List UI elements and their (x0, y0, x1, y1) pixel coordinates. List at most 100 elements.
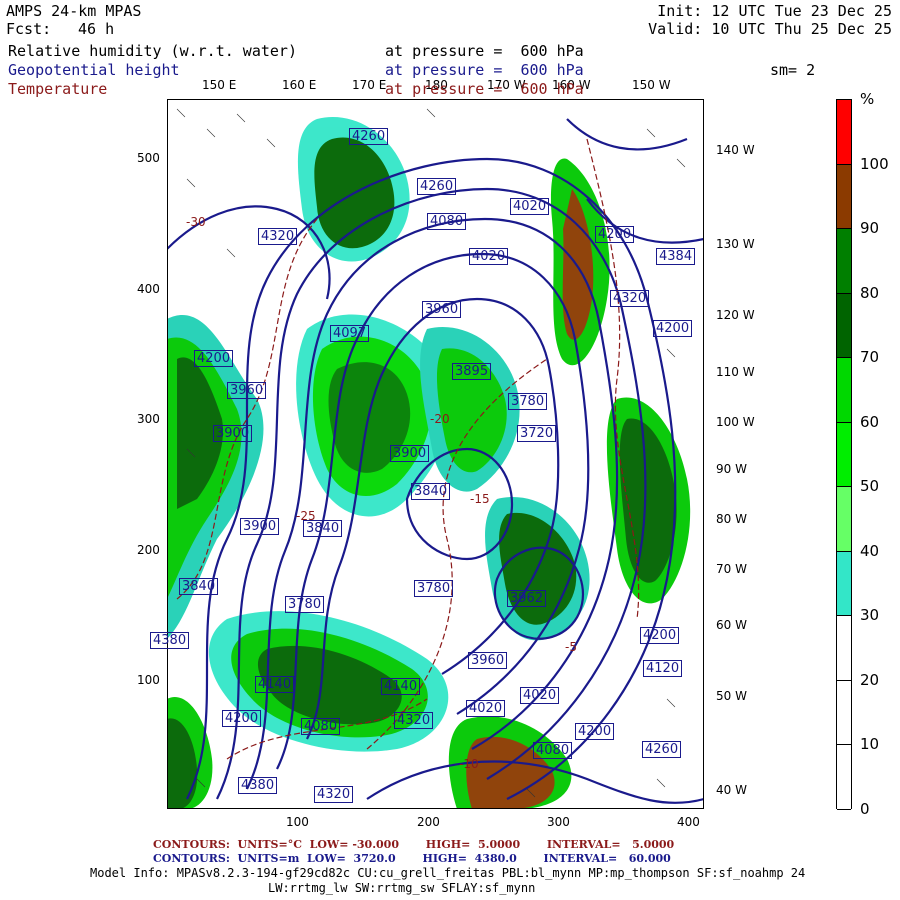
model-info-line1: Model Info: MPASv8.2.3-194-gf29cd82c CU:… (90, 866, 806, 880)
y-tick-label: 400 (137, 282, 160, 296)
height-contour-label: 4200 (575, 723, 615, 740)
x-tick-label: 400 (677, 815, 700, 829)
temperature-contour-label: -20 (430, 412, 450, 426)
height-contour-label: 4080 (301, 718, 341, 735)
colorbar-label: 80 (860, 283, 880, 302)
height-contour-label: 3960 (227, 382, 267, 399)
colorbar-label: 100 (860, 154, 889, 173)
height-contour-label: 4380 (238, 777, 278, 794)
right-lon-label: 130 W (716, 237, 755, 251)
height-contour-label: 4080 (533, 742, 573, 759)
temperature-contour-label: -25 (296, 509, 316, 523)
height-contour-label: 3960 (422, 301, 462, 318)
map-panel (167, 99, 704, 809)
height-contour-label: 4080 (427, 213, 467, 230)
colorbar (836, 99, 852, 810)
colorbar-segment (837, 100, 851, 165)
height-contour-info: CONTOURS: UNITS=m LOW= 3720.0 HIGH= 4380… (153, 852, 671, 865)
init-time: Init: 12 UTC Tue 23 Dec 25 (657, 2, 892, 20)
temperature-contour-label: -10 (459, 757, 479, 771)
height-contour-label: 4200 (640, 627, 680, 644)
height-contour-label: 4120 (643, 660, 683, 677)
top-lon-label: 170 E (352, 78, 387, 92)
height-contour-label: 3720 (517, 425, 557, 442)
right-lon-label: 120 W (716, 308, 755, 322)
smoothing-label: sm= 2 (770, 61, 816, 79)
field-height-name: Geopotential height (8, 61, 180, 79)
y-tick-label: 300 (137, 412, 160, 426)
x-tick-label: 300 (547, 815, 570, 829)
height-contour-label: 4320 (394, 712, 434, 729)
height-contour-label: 4320 (314, 786, 354, 803)
field-height-level: at pressure = 600 hPa (385, 61, 584, 79)
right-lon-label: 50 W (716, 689, 747, 703)
colorbar-label: 90 (860, 219, 880, 238)
height-contour-label: 3840 (179, 578, 219, 595)
x-tick-label: 200 (417, 815, 440, 829)
field-temp-level: at pressure = 600 hPa (385, 80, 584, 98)
right-lon-label: 140 W (716, 143, 755, 157)
colorbar-segment (837, 422, 851, 488)
colorbar-segment (837, 358, 851, 423)
height-contour-label: 3840 (411, 483, 451, 500)
right-lon-label: 70 W (716, 562, 747, 576)
height-contour-label: 3900 (240, 518, 280, 535)
forecast-hours: 46 h (78, 20, 115, 38)
temperature-contour-label: -15 (470, 492, 490, 506)
height-contour-label: 3780 (508, 393, 548, 410)
field-rh-name: Relative humidity (w.r.t. water) (8, 42, 297, 60)
height-contour-label: 4260 (642, 741, 682, 758)
forecast-label: Fcst: (6, 20, 52, 38)
height-contour-label: 4200 (222, 710, 262, 727)
top-lon-label: 160 E (282, 78, 317, 92)
colorbar-label: 10 (860, 735, 880, 754)
top-lon-label: 150 W (632, 78, 671, 92)
colorbar-segment (837, 164, 851, 230)
height-contour-label: 4320 (610, 290, 650, 307)
height-contour-label: 3780 (285, 596, 325, 613)
right-lon-label: 80 W (716, 512, 747, 526)
height-contour-label: 4020 (469, 248, 509, 265)
colorbar-label: 0 (860, 800, 870, 818)
colorbar-segment (837, 616, 851, 681)
colorbar-label: 30 (860, 606, 880, 625)
y-tick-label: 100 (137, 673, 160, 687)
height-contour-label: 4020 (466, 700, 506, 717)
height-contour-label: 4020 (520, 687, 560, 704)
colorbar-segment (837, 293, 851, 359)
height-contour-label: 4140 (255, 676, 295, 693)
top-lon-label: 150 E (202, 78, 237, 92)
height-contour-label: 3780 (414, 580, 454, 597)
height-contour-label: 4200 (653, 320, 693, 337)
colorbar-label: 70 (860, 348, 880, 367)
height-contour-label: 3900 (213, 425, 253, 442)
height-contour-label: 3895 (452, 363, 492, 380)
height-contour-label: 3900 (390, 445, 430, 462)
temperature-contour-label: -5 (565, 640, 577, 654)
right-lon-label: 60 W (716, 618, 747, 632)
right-lon-label: 110 W (716, 365, 755, 379)
colorbar-segment (837, 680, 851, 746)
valid-time: Valid: 10 UTC Thu 25 Dec 25 (648, 20, 892, 38)
colorbar-label: 20 (860, 670, 880, 689)
right-lon-label: 40 W (716, 783, 747, 797)
colorbar-label: 40 (860, 541, 880, 560)
temp-contour-info: CONTOURS: UNITS=°C LOW= -30.000 HIGH= 5.… (153, 838, 675, 851)
x-tick-label: 100 (286, 815, 309, 829)
field-rh-level: at pressure = 600 hPa (385, 42, 584, 60)
height-contour-label: 4097 (330, 325, 370, 342)
height-contour-label: 4384 (656, 248, 696, 265)
y-tick-label: 500 (137, 151, 160, 165)
height-contour-label: 3960 (468, 652, 508, 669)
y-tick-label: 200 (137, 543, 160, 557)
colorbar-unit: % (860, 90, 875, 108)
colorbar-segment (837, 229, 851, 294)
colorbar-label: 50 (860, 477, 880, 496)
height-contour-label: 4200 (595, 226, 635, 243)
colorbar-segment (837, 551, 851, 617)
height-contour-label: 4140 (381, 678, 421, 695)
height-contour-label: 4260 (417, 178, 457, 195)
colorbar-segment (837, 487, 851, 552)
height-contour-label: 4320 (258, 228, 298, 245)
height-contour-label: 4260 (349, 128, 389, 145)
